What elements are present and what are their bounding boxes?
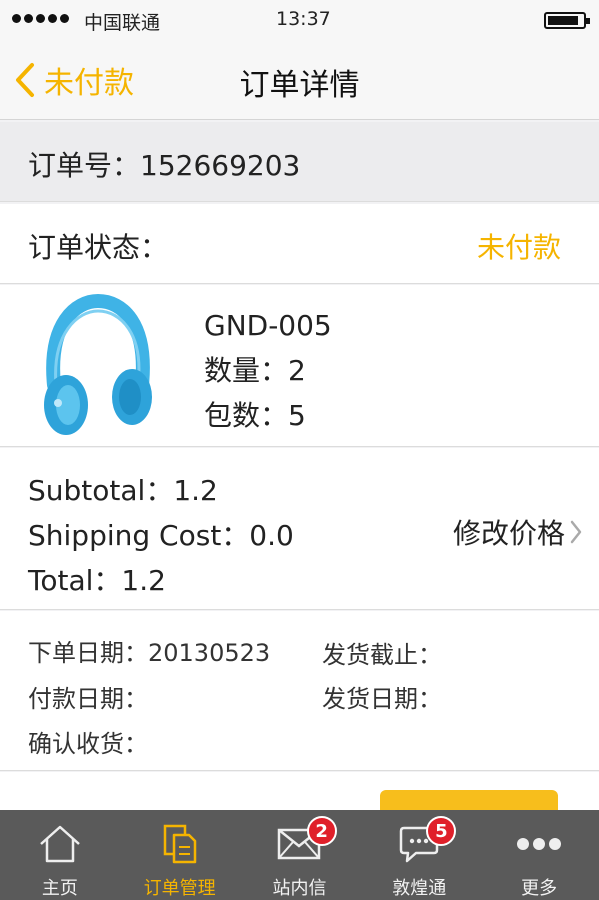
tab-home-label: 主页 (41, 878, 78, 899)
action-button[interactable] (380, 790, 558, 811)
subtotal: Subtotal：1.2 (28, 474, 218, 507)
home-icon (40, 825, 80, 863)
action-row (0, 772, 599, 812)
product-model: GND-005 (204, 309, 332, 342)
order-status-value: 未付款 (476, 231, 561, 264)
product-row[interactable]: GND-005 数量：2 包数：5 (0, 285, 599, 447)
navigation-bar: 未付款 订单详情 (0, 40, 599, 120)
tab-messages[interactable]: 站内信 2 (240, 810, 360, 900)
tab-dhgate-chat[interactable]: 敦煌通 5 (359, 810, 479, 900)
tab-messages-label: 站内信 (272, 878, 327, 899)
status-bar: 中国联通 13:37 (0, 0, 599, 40)
confirm-receipt: 确认收货： (28, 730, 148, 758)
tab-orders-label: 订单管理 (143, 878, 216, 899)
dates-section: 下单日期：20130523 发货截止： 付款日期： 发货日期： 确认收货： (0, 611, 599, 771)
orders-icon (163, 824, 196, 864)
page-title: 订单详情 (239, 68, 360, 103)
tab-bar: 主页 订单管理 站内信 2 敦煌通 5 更多 (0, 810, 599, 900)
product-quantity: 数量：2 (204, 354, 306, 387)
tab-more[interactable]: 更多 (479, 810, 599, 900)
tab-dhgate-chat-label: 敦煌通 (392, 878, 447, 899)
carrier-name: 中国联通 (84, 12, 161, 34)
order-number: 订单号：152669203 (0, 122, 599, 202)
chat-badge: 5 (426, 816, 457, 846)
total: Total：1.2 (28, 564, 166, 597)
pricing-row: Subtotal：1.2 Shipping Cost：0.0 Total：1.2… (0, 448, 599, 610)
headphones-image (44, 293, 152, 435)
edit-price-label: 修改价格 (452, 517, 565, 550)
product-packages: 包数：5 (204, 399, 306, 432)
action-label (28, 792, 56, 811)
order-status-label: 订单状态： (28, 231, 169, 264)
more-icon (517, 838, 562, 850)
edit-price-button[interactable]: 修改价格 (453, 512, 583, 552)
order-status-row: 订单状态： 未付款 (0, 204, 599, 284)
status-time: 13:37 (276, 8, 331, 30)
tab-home[interactable]: 主页 (0, 810, 120, 900)
price-summary: Subtotal：1.2 Shipping Cost：0.0 Total：1.2 (28, 468, 294, 603)
battery-icon (544, 12, 590, 29)
tab-more-label: 更多 (521, 878, 558, 899)
product-info: GND-005 数量：2 包数：5 (204, 303, 332, 438)
order-date: 下单日期：20130523 (28, 639, 271, 667)
shipping-cost: Shipping Cost：0.0 (28, 519, 294, 552)
pay-date: 付款日期： (28, 685, 148, 713)
signal-strength-icon (12, 14, 69, 23)
tab-orders[interactable]: 订单管理 (120, 810, 240, 900)
messages-badge: 2 (306, 816, 337, 846)
ship-deadline: 发货截止： (322, 641, 442, 669)
chevron-right-icon (570, 520, 582, 544)
ship-date: 发货日期： (322, 685, 442, 713)
